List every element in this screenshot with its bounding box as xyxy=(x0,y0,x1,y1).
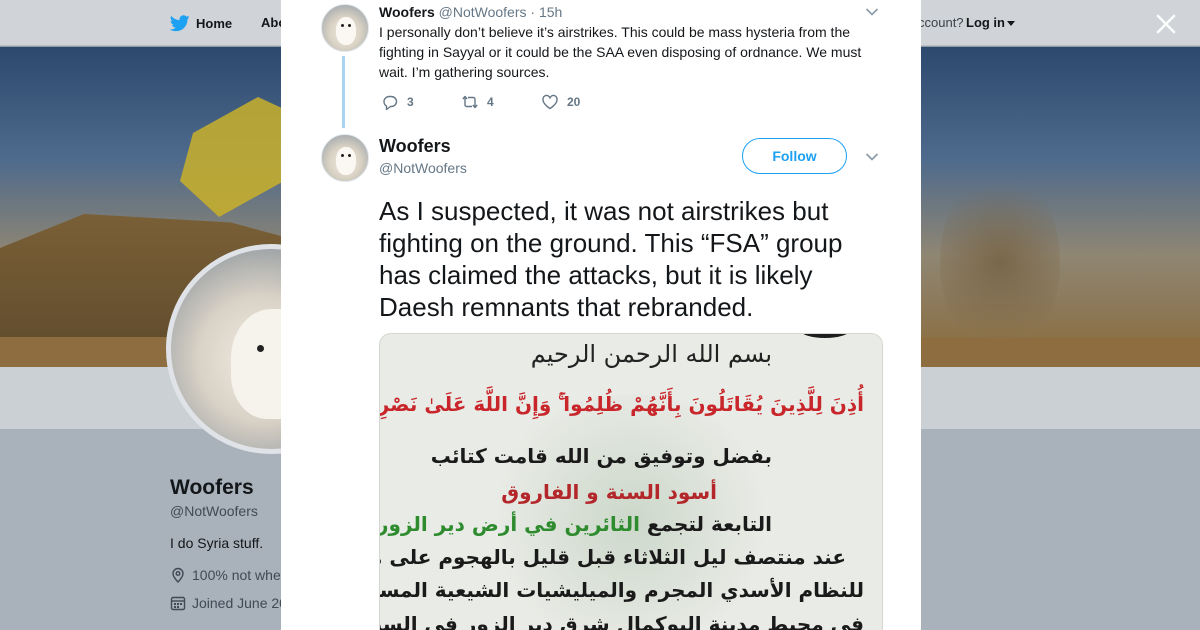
chevron-down-icon[interactable] xyxy=(865,152,879,162)
retweet-button[interactable]: 4 xyxy=(461,93,541,111)
retweet-count: 4 xyxy=(487,95,494,109)
nav-home-link[interactable]: Home xyxy=(170,15,232,32)
profile-location: 100% not whe xyxy=(170,567,281,583)
tweet-attached-image[interactable]: بسم الله الرحمن الرحيم أُذِنَ لِلَّذِينَ… xyxy=(379,333,883,630)
image-line-4: عند منتصف ليل الثلاثاء قبل قليل بالهجوم … xyxy=(380,545,846,569)
location-pin-icon xyxy=(172,567,184,583)
image-line-3-prefix: التابعة لتجمع xyxy=(639,512,772,536)
main-tweet-text: As I suspected, it was not airstrikes bu… xyxy=(379,196,843,322)
retweet-icon xyxy=(462,95,478,109)
profile-bio: I do Syria stuff. xyxy=(170,535,264,551)
follow-button[interactable]: Follow xyxy=(742,138,847,174)
chevron-down-icon[interactable] xyxy=(865,7,879,17)
nav-login-label: Log in xyxy=(966,15,1005,30)
previous-tweet-avatar[interactable] xyxy=(321,4,369,52)
nav-account-prompt: ccount? xyxy=(918,15,964,30)
image-line-2: أسود السنة و الفاروق xyxy=(501,480,717,504)
image-line-1: بفضل وتوفيق من الله قامت كتائب xyxy=(430,444,772,468)
like-button[interactable]: 20 xyxy=(541,93,621,111)
previous-tweet-time[interactable]: · 15h xyxy=(530,4,562,20)
previous-tweet-author-handle[interactable]: @NotWoofers xyxy=(439,4,527,20)
heart-icon xyxy=(542,94,558,110)
close-icon[interactable] xyxy=(1152,10,1180,38)
thread-connector-line xyxy=(342,56,345,128)
banner-smoke xyxy=(940,167,1060,357)
image-bismillah-text: بسم الله الرحمن الرحيم xyxy=(530,340,772,368)
main-tweet-author-name[interactable]: Woofers xyxy=(379,136,451,157)
avatar-puppy xyxy=(336,17,356,45)
twitter-bird-icon xyxy=(170,15,190,32)
calendar-icon xyxy=(170,596,186,611)
reply-button[interactable]: 3 xyxy=(381,93,461,111)
avatar-puppy xyxy=(336,147,356,175)
tweet-modal: Woofers @NotWoofers · 15h I personally d… xyxy=(281,0,921,630)
image-corner-mark xyxy=(800,334,850,338)
image-line-3-group-name: الثائرين في أرض دير الزور xyxy=(379,512,640,536)
image-line-3: التابعة لتجمع الثائرين في أرض دير الزور xyxy=(379,512,772,536)
avatar-eye xyxy=(257,345,264,352)
profile-handle[interactable]: @NotWoofers xyxy=(170,503,258,519)
previous-tweet-actions: 3 4 20 xyxy=(381,93,621,111)
profile-joined-text: Joined June 20 xyxy=(192,595,287,611)
image-verse-text: أُذِنَ لِلَّذِينَ يُقَاتَلُونَ بِأَنَّهُ… xyxy=(380,392,864,416)
caret-down-icon xyxy=(1007,21,1015,27)
main-tweet-author-handle[interactable]: @NotWoofers xyxy=(379,160,467,176)
avatar-eye xyxy=(341,24,344,27)
profile-name[interactable]: Woofers xyxy=(170,476,254,500)
previous-tweet-text: I personally don’t believe it’s airstrik… xyxy=(379,24,862,80)
profile-joined: Joined June 20 xyxy=(170,595,287,611)
profile-location-text: 100% not whe xyxy=(192,567,281,583)
avatar-eye xyxy=(341,154,344,157)
like-count: 20 xyxy=(567,95,581,109)
nav-home-label: Home xyxy=(196,16,233,31)
previous-tweet-header: Woofers @NotWoofers · 15h xyxy=(379,4,562,20)
avatar-eye xyxy=(348,24,351,27)
image-line-6: في محيط مدينة البوكمال شرق دير الزور في … xyxy=(380,612,864,630)
reply-count: 3 xyxy=(407,95,414,109)
image-line-5: للنظام الأسدي المجرم والميليشيات الشيعية… xyxy=(379,578,864,602)
nav-login-link[interactable]: Log in xyxy=(966,15,1015,30)
reply-icon xyxy=(383,95,398,111)
previous-tweet-author-name[interactable]: Woofers xyxy=(379,4,435,20)
main-tweet-avatar[interactable] xyxy=(321,134,369,182)
avatar-eye xyxy=(348,154,351,157)
